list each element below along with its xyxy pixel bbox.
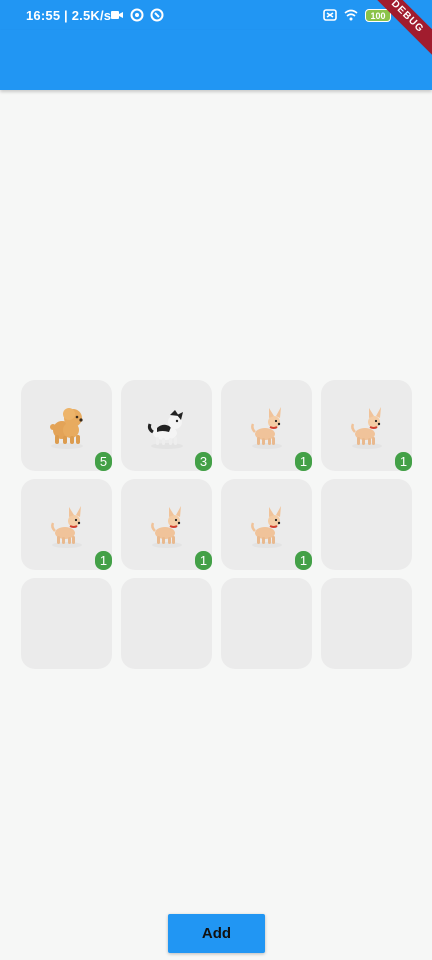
empty-slot[interactable]: [21, 578, 112, 669]
count-badge: 3: [195, 452, 212, 471]
empty-slot[interactable]: [321, 578, 412, 669]
chihuahua-icon: [351, 407, 382, 449]
count-badge: 1: [95, 551, 112, 570]
chihuahua-icon: [251, 506, 282, 548]
pet-slot[interactable]: 1: [121, 479, 212, 570]
pet-grid: 5 3 1 1 1 1 1: [21, 380, 412, 669]
poodle-icon: [50, 408, 83, 449]
mute-icon: [323, 9, 337, 21]
video-camera-icon: [111, 11, 123, 19]
count-badge: 1: [195, 551, 212, 570]
pet-slot[interactable]: 3: [121, 380, 212, 471]
pet-slot[interactable]: 1: [221, 380, 312, 471]
pet-slot[interactable]: 1: [321, 380, 412, 471]
pet-slot[interactable]: 1: [21, 479, 112, 570]
pet-slot[interactable]: 1: [221, 479, 312, 570]
count-badge: 5: [95, 452, 112, 471]
sync-alt-icon: [150, 8, 164, 22]
empty-slot[interactable]: [321, 479, 412, 570]
debug-banner: DEBUG: [362, 0, 432, 63]
border-collie-icon: [147, 410, 183, 449]
status-time: 16:55 | 2.5K/s: [26, 8, 112, 23]
count-badge: 1: [295, 452, 312, 471]
chihuahua-icon: [251, 407, 282, 449]
status-left-icons: [110, 8, 164, 22]
count-badge: 1: [395, 452, 412, 471]
sync-icon: [130, 8, 144, 22]
count-badge: 1: [295, 551, 312, 570]
chihuahua-icon: [51, 506, 82, 548]
empty-slot[interactable]: [121, 578, 212, 669]
chihuahua-icon: [151, 506, 182, 548]
debug-banner-container: DEBUG: [362, 0, 432, 70]
wifi-icon: [344, 9, 358, 21]
pet-slot[interactable]: 5: [21, 380, 112, 471]
empty-slot[interactable]: [221, 578, 312, 669]
add-button[interactable]: Add: [168, 914, 265, 953]
